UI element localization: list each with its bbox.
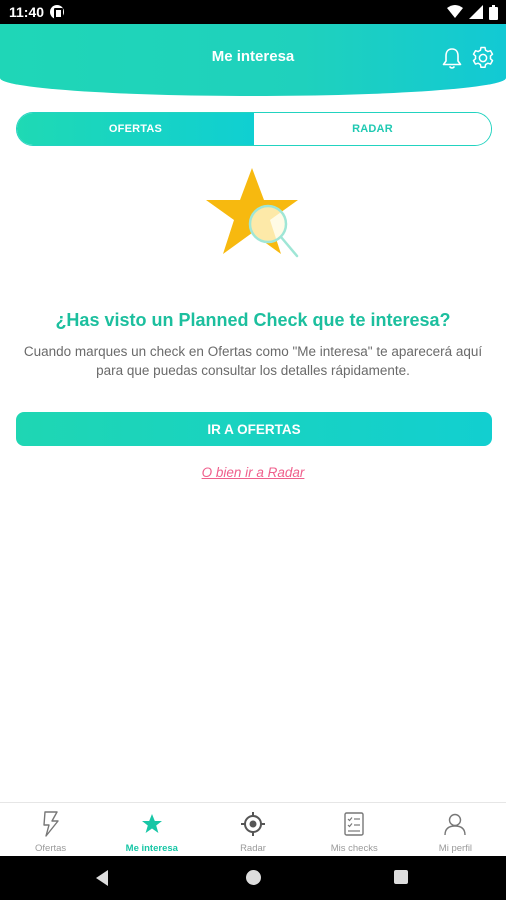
tab-radar[interactable]: RADAR xyxy=(254,113,491,145)
recent-apps-icon[interactable] xyxy=(394,870,408,884)
back-icon[interactable] xyxy=(96,870,108,886)
bell-icon[interactable] xyxy=(441,46,463,70)
star-magnifier-illustration xyxy=(206,168,299,258)
radar-icon xyxy=(240,811,266,837)
gear-icon[interactable] xyxy=(471,46,495,70)
page-title: Me interesa xyxy=(211,48,295,65)
nav-item-mis-checks[interactable]: Mis checks xyxy=(304,803,405,856)
lightning-icon xyxy=(38,811,64,837)
nav-item-me-interesa[interactable]: Me interesa xyxy=(101,803,202,856)
profile-icon xyxy=(442,811,468,837)
nav-item-ofertas[interactable]: Ofertas xyxy=(0,803,101,856)
go-to-radar-link[interactable]: O bien ir a Radar xyxy=(0,465,506,480)
status-bar: 11:40 xyxy=(0,0,506,24)
bottom-nav: Ofertas Me interesa Radar Mis checks Mi … xyxy=(0,802,506,856)
wifi-icon xyxy=(447,5,463,18)
battery-icon xyxy=(489,4,498,20)
signal-icon xyxy=(469,5,483,19)
system-nav-bar xyxy=(0,856,506,900)
empty-state-headline: ¿Has visto un Planned Check que te inter… xyxy=(55,310,451,330)
status-time: 11:40 xyxy=(9,4,45,20)
nav-label-me-interesa: Me interesa xyxy=(125,843,178,854)
app-header: Me interesa xyxy=(0,24,506,96)
app-notification-icon xyxy=(50,5,64,19)
nav-label-mis-checks: Mis checks xyxy=(330,843,378,854)
status-icons xyxy=(447,4,498,20)
nav-label-mi-perfil: Mi perfil xyxy=(438,843,473,854)
empty-state-description: Cuando marques un check en Ofertas como … xyxy=(23,344,483,378)
nav-item-mi-perfil[interactable]: Mi perfil xyxy=(405,803,506,856)
nav-label-ofertas: Ofertas xyxy=(35,843,67,854)
segmented-tabs: OFERTAS RADAR xyxy=(16,112,492,146)
home-icon[interactable] xyxy=(246,870,261,885)
go-to-ofertas-button[interactable]: IR A OFERTAS xyxy=(16,412,492,446)
tab-ofertas[interactable]: OFERTAS xyxy=(17,113,254,145)
checklist-icon xyxy=(341,811,367,837)
star-icon xyxy=(139,811,165,837)
nav-item-radar[interactable]: Radar xyxy=(202,803,303,856)
nav-label-radar: Radar xyxy=(240,843,266,854)
